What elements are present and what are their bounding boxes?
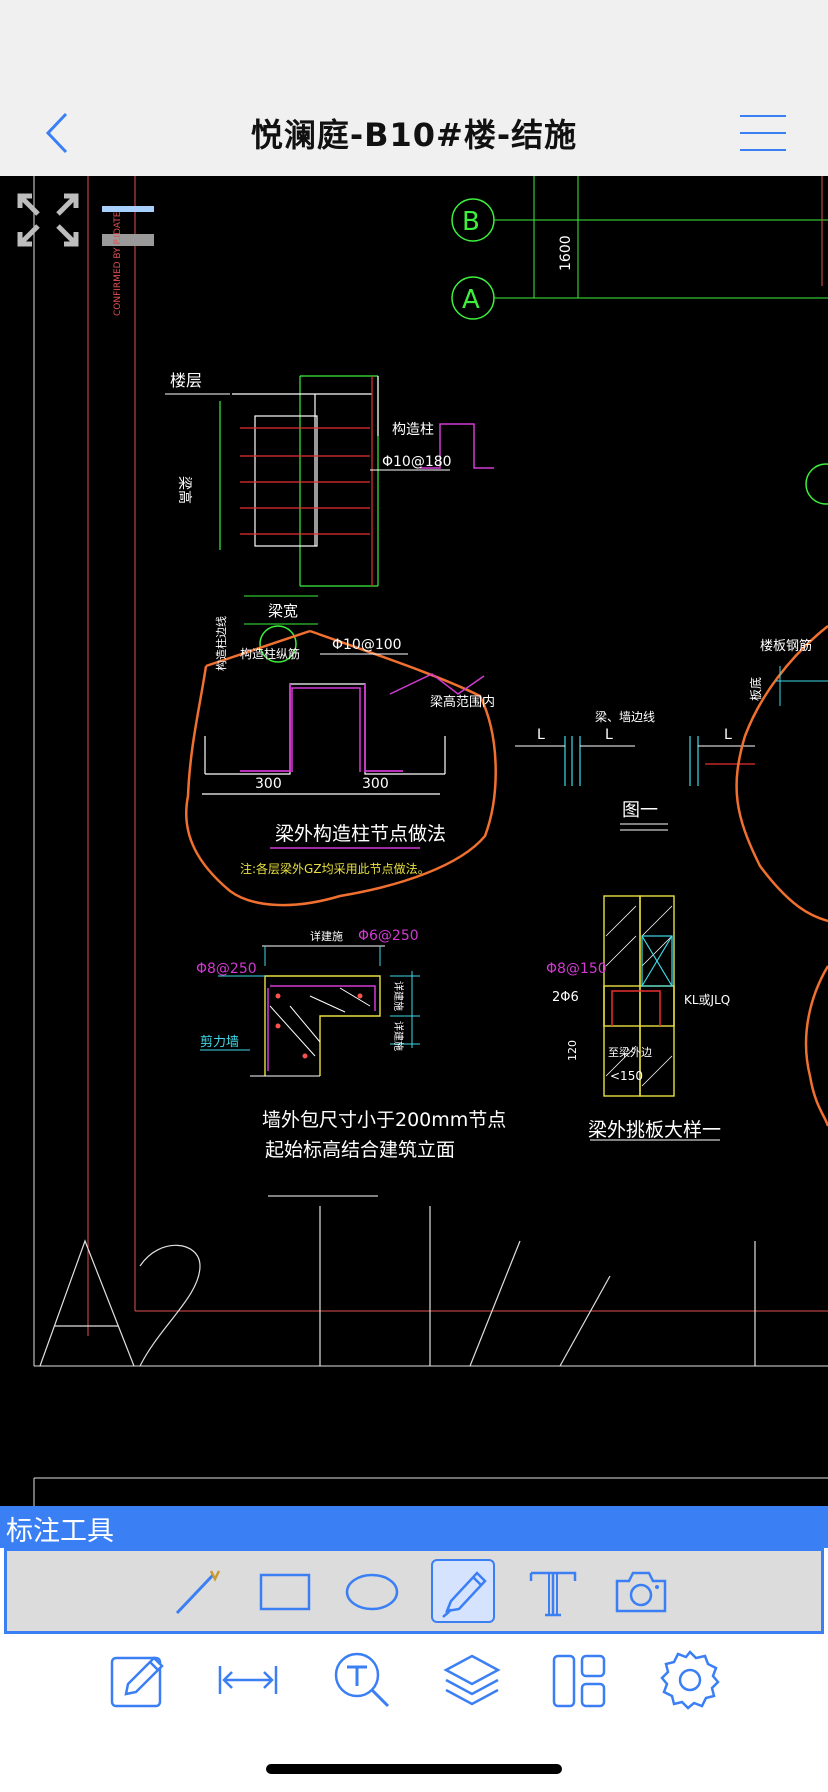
beam-height-label: 梁高	[176, 476, 193, 504]
home-indicator[interactable]	[266, 1764, 562, 1774]
drawing-canvas[interactable]: CONFIRMED BY P.IDATE B A 1600 楼层 梁高 构造柱 …	[0, 176, 828, 1506]
node-title: 梁外构造柱节点做法	[275, 823, 446, 845]
ellipse-icon	[345, 1573, 399, 1611]
text-tool-icon	[529, 1571, 577, 1617]
shear-wall-label: 剪力墙	[200, 1034, 239, 1050]
layers-button[interactable]	[440, 1648, 504, 1712]
ellipse-tool-button[interactable]	[340, 1559, 404, 1623]
beam-axis-label: 梁、墙边线	[595, 709, 655, 724]
annotation-tools-title: 标注工具	[6, 1516, 114, 1547]
edit-icon	[110, 1656, 164, 1708]
axis-label-a: A	[462, 285, 480, 315]
dim-side-b: 详建施	[392, 1021, 405, 1051]
figure-label: 图一	[622, 800, 658, 821]
dim-side-a: 详建施	[392, 981, 405, 1011]
annotation-toolbar	[4, 1548, 824, 1634]
layout-button[interactable]	[548, 1648, 612, 1712]
camera-icon	[615, 1571, 667, 1613]
dim-l-2: L	[605, 727, 613, 743]
dim-1600: 1600	[558, 235, 574, 271]
rebar-spec-100: Φ10@100	[332, 637, 402, 653]
dim-300-left: 300	[255, 776, 282, 792]
bottom-toolbar	[0, 1634, 828, 1792]
axis-label-b: B	[462, 207, 480, 237]
text-tool-button[interactable]	[521, 1559, 585, 1623]
dim-l-1: L	[537, 727, 545, 743]
outer-wall-label: 至梁外边	[608, 1045, 652, 1059]
settings-button[interactable]	[658, 1648, 722, 1712]
caption-3: 梁外挑板大样一	[588, 1119, 721, 1141]
line-tool-icon	[175, 1570, 221, 1615]
fullscreen-icon[interactable]	[17, 193, 79, 247]
layout-icon	[552, 1654, 606, 1708]
detail-top-label: 详建施	[310, 929, 343, 943]
gear-icon	[660, 1650, 720, 1710]
text-search-icon	[334, 1652, 390, 1708]
layer-toggle-bottom[interactable]	[102, 234, 154, 246]
caption-2: 起始标高结合建筑立面	[265, 1139, 455, 1161]
column-rebar-label: 构造柱纵筋	[240, 646, 300, 661]
menu-icon	[740, 115, 786, 151]
navigation-bar: 悦澜庭-B10#楼-结施	[0, 90, 828, 177]
rectangle-icon	[259, 1573, 311, 1611]
slab-label: 楼板钢筋	[760, 638, 812, 654]
brush-icon	[442, 1571, 487, 1618]
menu-button[interactable]	[738, 112, 788, 154]
column-side-label: 构造柱边线	[214, 616, 228, 671]
rebar-top-label: Φ6@250	[358, 928, 419, 944]
rebar-left-label: Φ8@250	[196, 961, 257, 977]
slab-side-label: 板底	[748, 677, 763, 701]
layers-icon	[443, 1654, 501, 1706]
rectangle-tool-button[interactable]	[253, 1559, 317, 1623]
rebar-150-label: Φ8@150	[546, 961, 607, 977]
caption-1: 墙外包尺寸小于200mm节点	[262, 1109, 506, 1131]
node-note: 注:各层梁外GZ均采用此节点做法。	[240, 861, 430, 876]
beam-inner-label: 梁高范围内	[430, 694, 495, 710]
construction-column-label: 构造柱	[392, 422, 434, 438]
layer-toggle-top[interactable]	[102, 206, 154, 212]
measure-button[interactable]	[216, 1648, 280, 1712]
floor-label: 楼层	[170, 371, 202, 390]
beam-width-label: 梁宽	[268, 602, 298, 620]
page-title: 悦澜庭-B10#楼-结施	[250, 116, 578, 154]
dim-l-3: L	[724, 727, 732, 743]
camera-tool-button[interactable]	[609, 1559, 673, 1623]
measure-icon	[218, 1666, 278, 1694]
dim-120-label: 120	[566, 1040, 579, 1061]
line-tool-button[interactable]	[167, 1559, 231, 1623]
edit-button[interactable]	[106, 1648, 170, 1712]
rebar-2phi6-label: 2Φ6	[552, 990, 579, 1005]
rebar-spec-180: Φ10@180	[382, 454, 452, 470]
kl-label: KL或JLQ	[684, 993, 730, 1007]
text-search-button[interactable]	[330, 1648, 394, 1712]
dim-300-right: 300	[362, 776, 389, 792]
dim-150-label: <150	[610, 1069, 643, 1083]
annotation-tools-header: 标注工具	[0, 1506, 828, 1548]
pen-tool-button[interactable]	[431, 1559, 495, 1623]
status-bar	[0, 0, 828, 90]
confirmed-label: CONFIRMED BY P.IDATE	[113, 211, 123, 316]
